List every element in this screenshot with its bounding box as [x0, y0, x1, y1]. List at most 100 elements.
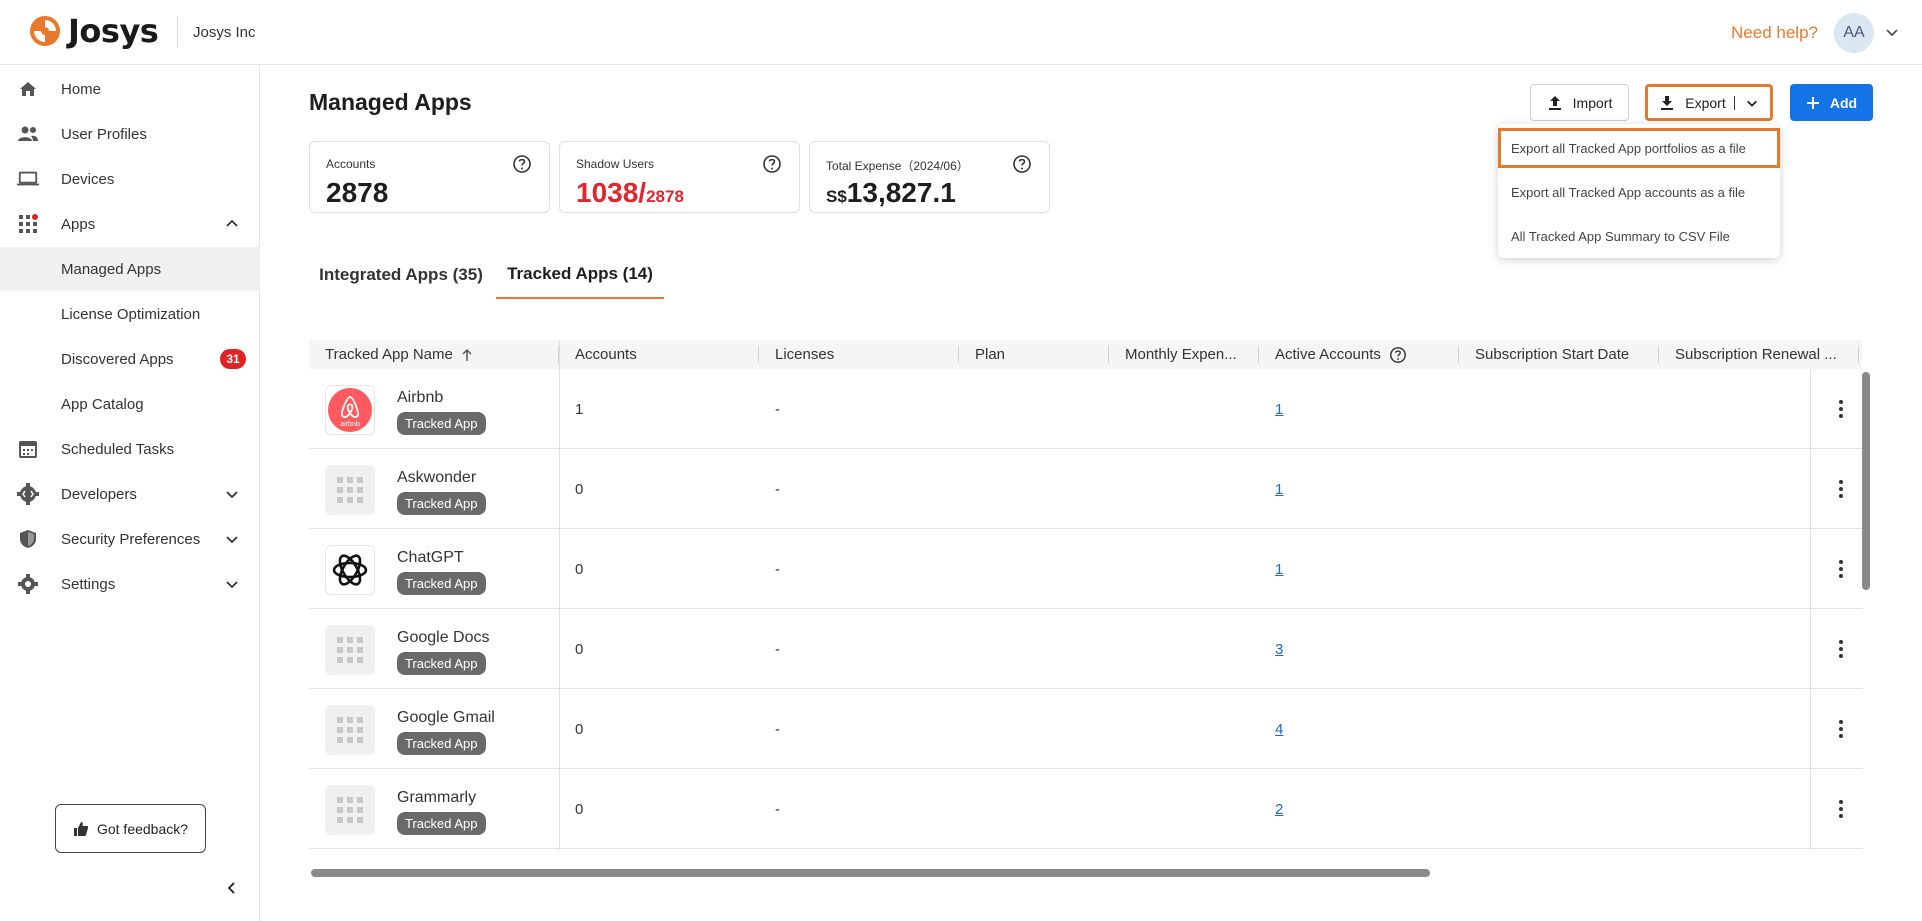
total-expense-label: Total Expense（2024/06）	[826, 159, 969, 173]
column-header-licenses[interactable]: Licenses	[775, 340, 955, 369]
import-button[interactable]: Import	[1530, 84, 1629, 121]
accounts-cell: 0	[575, 720, 584, 738]
sidebar-item-settings[interactable]: Settings	[0, 562, 260, 606]
column-header-name[interactable]: Tracked App Name	[325, 340, 555, 369]
tracked-app-tag: Tracked App	[397, 732, 486, 755]
sidebar-item-scheduled-tasks[interactable]: Scheduled Tasks	[0, 427, 260, 471]
placeholder-grid-icon	[325, 785, 375, 835]
tab-integrated-apps[interactable]: Integrated Apps (35)	[309, 251, 493, 299]
app-name[interactable]: Google Docs	[397, 629, 490, 647]
header-divider	[177, 17, 178, 47]
app-name[interactable]: ChatGPT	[397, 549, 464, 567]
sidebar-item-managed-apps[interactable]: Managed Apps	[0, 247, 260, 291]
column-header-subscription-start[interactable]: Subscription Start Date	[1475, 340, 1655, 369]
sidebar-item-discovered-apps[interactable]: Discovered Apps 31	[0, 337, 260, 381]
table-row[interactable]	[309, 849, 1862, 850]
shadow-users-value: 1038/2878	[576, 177, 684, 209]
vertical-scrollbar[interactable]	[1862, 372, 1870, 590]
gear-icon	[17, 573, 39, 595]
feedback-label: Got feedback?	[96, 820, 189, 837]
feedback-button[interactable]: Got feedback?	[55, 804, 206, 853]
column-header-monthly-expense[interactable]: Monthly Expen...	[1125, 340, 1255, 369]
active-accounts-link[interactable]: 3	[1275, 609, 1283, 689]
avatar[interactable]: AA	[1834, 13, 1874, 53]
upload-icon	[1548, 95, 1561, 110]
sidebar-item-devices[interactable]: Devices	[0, 157, 260, 201]
active-accounts-link[interactable]: 1	[1275, 449, 1283, 529]
sidebar-item-label: User Profiles	[61, 125, 147, 143]
sidebar-item-label: Devices	[61, 170, 115, 188]
column-header-plan[interactable]: Plan	[975, 340, 1105, 369]
chevron-down-icon[interactable]	[1745, 96, 1759, 110]
svg-text:airbnb: airbnb	[340, 421, 360, 428]
help-icon[interactable]	[762, 154, 782, 174]
help-icon[interactable]	[512, 154, 532, 174]
sidebar-item-license-optimization[interactable]: License Optimization	[0, 292, 260, 336]
table-row[interactable]: Askwonder Tracked App 0 - 1	[309, 449, 1862, 529]
column-header-active-accounts[interactable]: Active Accounts	[1275, 340, 1455, 369]
export-menu-item-summary-csv[interactable]: All Tracked App Summary to CSV File	[1498, 216, 1780, 256]
sidebar-item-user-profiles[interactable]: User Profiles	[0, 112, 260, 156]
collapse-sidebar-icon[interactable]	[224, 880, 240, 896]
expense-amount: 13,827.1	[846, 177, 956, 208]
active-accounts-link[interactable]: 2	[1275, 769, 1283, 849]
licenses-cell: -	[775, 720, 780, 738]
sort-ascending-icon[interactable]	[459, 347, 475, 363]
export-menu-item-portfolios[interactable]: Export all Tracked App portfolios as a f…	[1498, 128, 1780, 168]
download-icon	[1661, 95, 1674, 110]
app-name[interactable]: Airbnb	[397, 389, 443, 407]
sidebar-item-label: Managed Apps	[61, 260, 162, 278]
app-name[interactable]: Grammarly	[397, 789, 476, 807]
active-accounts-link[interactable]: 4	[1275, 689, 1283, 769]
more-options-icon[interactable]	[1829, 397, 1853, 421]
sidebar-item-apps[interactable]: Apps	[0, 202, 260, 246]
tab-tracked-apps[interactable]: Tracked Apps (14)	[496, 251, 664, 299]
count-badge: 31	[220, 349, 246, 369]
horizontal-scrollbar[interactable]	[311, 869, 1430, 877]
more-options-icon[interactable]	[1829, 797, 1853, 821]
sidebar-item-label: Apps	[61, 215, 96, 233]
help-icon[interactable]	[1012, 154, 1032, 174]
active-accounts-link[interactable]: 1	[1275, 529, 1283, 609]
shield-icon	[17, 528, 39, 550]
sidebar-item-app-catalog[interactable]: App Catalog	[0, 382, 260, 426]
active-accounts-link[interactable]: 1	[1275, 369, 1283, 449]
calendar-icon	[17, 438, 39, 460]
need-help-link[interactable]: Need help?	[1731, 23, 1818, 43]
export-label: Export	[1685, 94, 1726, 111]
josys-logo[interactable]: Josys	[28, 12, 159, 50]
app-name[interactable]: Askwonder	[397, 469, 476, 487]
more-options-icon[interactable]	[1829, 717, 1853, 741]
chevron-down-icon	[226, 491, 238, 499]
table-row[interactable]: Google Docs Tracked App 0 - 3	[309, 609, 1862, 689]
sidebar-item-home[interactable]: Home	[0, 67, 260, 111]
column-header-subscription-renewal[interactable]: Subscription Renewal ...	[1675, 340, 1850, 369]
sidebar-item-label: Settings	[61, 575, 116, 593]
more-options-icon[interactable]	[1829, 477, 1853, 501]
sidebar-item-label: Home	[61, 80, 102, 98]
table-row[interactable]: Grammarly Tracked App 0 - 2	[309, 769, 1862, 849]
column-label: Active Accounts	[1275, 346, 1381, 363]
column-divider	[1658, 346, 1659, 363]
add-button[interactable]: Add	[1790, 84, 1873, 121]
plus-icon	[1806, 96, 1819, 109]
column-header-accounts[interactable]: Accounts	[575, 340, 755, 369]
help-icon[interactable]	[1389, 346, 1407, 364]
column-divider	[958, 346, 959, 363]
table-row[interactable]: ChatGPT Tracked App 0 - 1	[309, 529, 1862, 609]
tracked-app-tag: Tracked App	[397, 652, 486, 675]
table-row[interactable]: airbnb Airbnb Tracked App 1 - 1	[309, 369, 1862, 449]
chevron-down-icon	[226, 581, 238, 589]
tracked-app-tag: Tracked App	[397, 492, 486, 515]
table-row[interactable]: Google Gmail Tracked App 0 - 4	[309, 689, 1862, 769]
app-name[interactable]: Google Gmail	[397, 709, 495, 727]
chevron-down-icon[interactable]	[1884, 24, 1900, 40]
shadow-users-total: 2878	[646, 187, 684, 206]
sidebar-item-developers[interactable]: Developers	[0, 472, 260, 516]
export-button[interactable]: Export	[1645, 84, 1773, 121]
sidebar-item-security-preferences[interactable]: Security Preferences	[0, 517, 260, 561]
more-options-icon[interactable]	[1829, 557, 1853, 581]
more-options-icon[interactable]	[1829, 637, 1853, 661]
add-label: Add	[1829, 94, 1858, 111]
export-menu-item-accounts[interactable]: Export all Tracked App accounts as a fil…	[1498, 172, 1780, 212]
